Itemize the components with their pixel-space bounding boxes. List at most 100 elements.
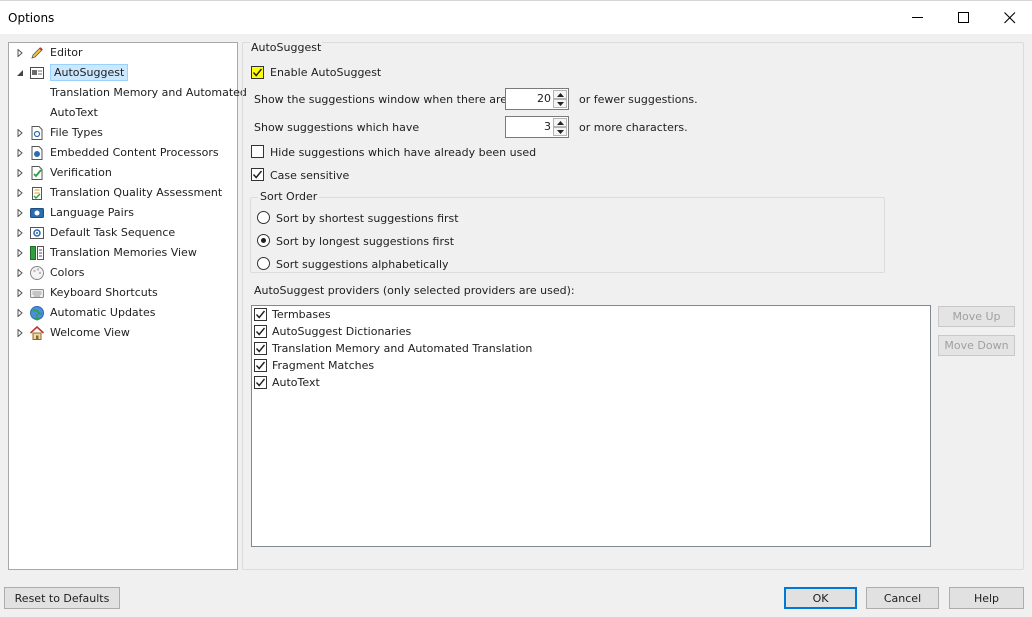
checkmark-icon xyxy=(252,68,263,77)
house-icon xyxy=(29,325,45,341)
provider-label[interactable]: AutoSuggest Dictionaries xyxy=(272,325,411,338)
spin-down-button[interactable] xyxy=(553,99,567,108)
sort-alphabetical-radio[interactable] xyxy=(257,257,270,270)
keyboard-icon xyxy=(29,285,45,301)
list-item[interactable]: AutoSuggest Dictionaries xyxy=(252,323,930,340)
checkmark-icon xyxy=(255,327,266,336)
tree-item-label: Language Pairs xyxy=(50,206,134,219)
verification-icon xyxy=(29,165,45,181)
list-item[interactable]: AutoText xyxy=(252,374,930,391)
ok-button[interactable]: OK xyxy=(784,587,857,609)
hide-used-checkbox[interactable] xyxy=(251,145,264,158)
globe-update-icon xyxy=(29,305,45,321)
checkmark-icon xyxy=(255,344,266,353)
tree-item-label: Colors xyxy=(50,266,85,279)
hide-used-label[interactable]: Hide suggestions which have already been… xyxy=(270,146,536,159)
sort-shortest-label[interactable]: Sort by shortest suggestions first xyxy=(276,212,459,225)
min-chars-value[interactable]: 3 xyxy=(544,120,551,133)
cancel-button[interactable]: Cancel xyxy=(866,587,939,609)
min-chars-suffix: or more characters. xyxy=(579,121,688,134)
expand-arrow-icon[interactable] xyxy=(15,228,25,238)
spin-up-button[interactable] xyxy=(553,118,567,127)
expand-arrow-icon[interactable] xyxy=(15,168,25,178)
checkmark-icon xyxy=(255,378,266,387)
tree-item-label: Translation Memory and Automated xyxy=(50,86,247,99)
tree-item-label: Embedded Content Processors xyxy=(50,146,219,159)
autosuggest-icon xyxy=(29,65,45,81)
options-tree[interactable]: Editor AutoSuggest Translation Memory an… xyxy=(8,42,247,570)
enable-autosuggest-checkbox[interactable] xyxy=(251,66,264,79)
sort-longest-label[interactable]: Sort by longest suggestions first xyxy=(276,235,454,248)
provider-checkbox[interactable] xyxy=(254,359,267,372)
tree-item-label: Verification xyxy=(50,166,112,179)
close-button[interactable] xyxy=(987,1,1032,34)
tqa-icon xyxy=(29,185,45,201)
expand-arrow-icon[interactable] xyxy=(15,148,25,158)
tm-view-icon xyxy=(29,245,45,261)
expand-arrow-icon[interactable] xyxy=(15,188,25,198)
tree-item-label: Welcome View xyxy=(50,326,130,339)
arrow-up-icon xyxy=(556,120,564,125)
window-count-label: Show the suggestions window when there a… xyxy=(254,93,508,106)
minimize-icon xyxy=(912,16,923,18)
file-types-icon xyxy=(29,125,45,141)
case-sensitive-label[interactable]: Case sensitive xyxy=(270,169,349,182)
expand-arrow-icon[interactable] xyxy=(15,308,25,318)
minimize-button[interactable] xyxy=(895,1,941,34)
list-item[interactable]: Fragment Matches xyxy=(252,357,930,374)
sort-alphabetical-label[interactable]: Sort suggestions alphabetically xyxy=(276,258,449,271)
task-sequence-icon xyxy=(29,225,45,241)
expand-arrow-icon[interactable] xyxy=(15,268,25,278)
provider-checkbox[interactable] xyxy=(254,342,267,355)
move-up-button[interactable]: Move Up xyxy=(938,306,1015,327)
tree-item-label: Automatic Updates xyxy=(50,306,156,319)
enable-autosuggest-label[interactable]: Enable AutoSuggest xyxy=(270,66,381,79)
list-item[interactable]: Termbases xyxy=(252,306,930,323)
collapse-arrow-icon[interactable] xyxy=(15,68,25,78)
spin-down-button[interactable] xyxy=(553,127,567,136)
embedded-content-icon xyxy=(29,145,45,161)
provider-label[interactable]: Translation Memory and Automated Transla… xyxy=(272,342,532,355)
window-count-spinner[interactable]: 20 xyxy=(505,88,569,110)
tree-item-label: Default Task Sequence xyxy=(50,226,176,239)
tree-item-label: AutoSuggest xyxy=(50,64,129,81)
close-icon xyxy=(1004,11,1016,23)
tree-item-label: AutoText xyxy=(50,106,98,119)
arrow-up-icon xyxy=(556,92,564,97)
sort-shortest-radio[interactable] xyxy=(257,211,270,224)
provider-label[interactable]: Fragment Matches xyxy=(272,359,374,372)
help-button[interactable]: Help xyxy=(949,587,1024,609)
arrow-down-icon xyxy=(556,129,564,134)
window-title: Options xyxy=(8,11,55,25)
maximize-button[interactable] xyxy=(941,1,987,34)
tree-item-label: Translation Memories View xyxy=(50,246,197,259)
min-chars-label: Show suggestions which have xyxy=(254,121,420,134)
provider-checkbox[interactable] xyxy=(254,325,267,338)
expand-arrow-icon[interactable] xyxy=(15,288,25,298)
checkmark-icon xyxy=(255,361,266,370)
min-chars-spinner[interactable]: 3 xyxy=(505,116,569,138)
sort-order-title: Sort Order xyxy=(258,190,320,203)
providers-list[interactable]: Termbases AutoSuggest Dictionaries Trans… xyxy=(251,305,931,547)
expand-arrow-icon[interactable] xyxy=(15,128,25,138)
expand-arrow-icon[interactable] xyxy=(15,248,25,258)
providers-label: AutoSuggest providers (only selected pro… xyxy=(254,284,575,297)
tree-item-label: Keyboard Shortcuts xyxy=(50,286,158,299)
sort-longest-radio[interactable] xyxy=(257,234,270,247)
expand-arrow-icon[interactable] xyxy=(15,208,25,218)
reset-defaults-button[interactable]: Reset to Defaults xyxy=(4,587,120,609)
provider-checkbox[interactable] xyxy=(254,308,267,321)
expand-arrow-icon[interactable] xyxy=(15,328,25,338)
provider-label[interactable]: AutoText xyxy=(272,376,320,389)
list-item[interactable]: Translation Memory and Automated Transla… xyxy=(252,340,930,357)
palette-icon xyxy=(29,265,45,281)
spin-up-button[interactable] xyxy=(553,90,567,99)
expand-arrow-icon[interactable] xyxy=(15,48,25,58)
move-down-button[interactable]: Move Down xyxy=(938,335,1015,356)
provider-checkbox[interactable] xyxy=(254,376,267,389)
case-sensitive-checkbox[interactable] xyxy=(251,168,264,181)
provider-label[interactable]: Termbases xyxy=(272,308,331,321)
window-count-value[interactable]: 20 xyxy=(537,92,551,105)
arrow-down-icon xyxy=(556,101,564,106)
window-count-suffix: or fewer suggestions. xyxy=(579,93,698,106)
